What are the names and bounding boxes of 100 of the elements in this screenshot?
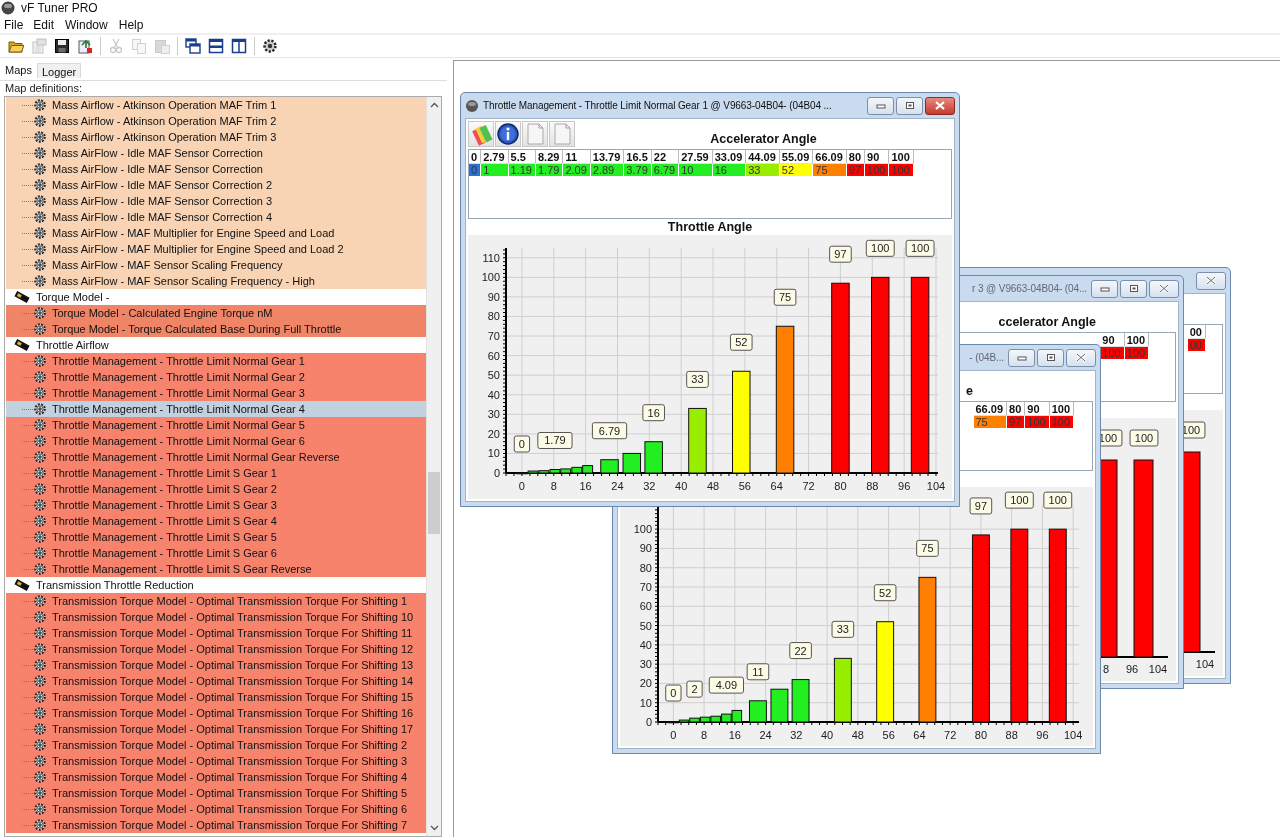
close-button[interactable] <box>925 96 955 115</box>
title-bar[interactable]: Throttle Management - Throttle Limit Normal Gear 1 @ V9663-04B04- (04B04 ... <box>465 93 955 118</box>
chip-icon <box>14 578 30 592</box>
scrollbar-thumb[interactable] <box>428 472 440 534</box>
axis-tick-label: 32 <box>643 480 656 492</box>
tree-item[interactable]: Mass AirFlow - MAF Sensor Scaling Frequency - High <box>6 273 426 289</box>
tree-item[interactable]: Mass AirFlow - Idle MAF Sensor Correction 2 <box>6 177 426 193</box>
cascade-windows-icon[interactable] <box>185 38 201 54</box>
window-title: r 3 @ V9663-04B04- (04... <box>972 283 1087 294</box>
tree-item[interactable]: Mass AirFlow - MAF Sensor Scaling Frequency <box>6 257 426 273</box>
tree-item[interactable]: Transmission Torque Model - Optimal Transmission Torque For Shifting 14 <box>6 673 426 689</box>
minimize-button[interactable] <box>867 96 894 115</box>
tree-item[interactable]: Mass AirFlow - Idle MAF Sensor Correction <box>6 161 426 177</box>
tree-item[interactable]: Transmission Torque Model - Optimal Transmission Torque For Shifting 13 <box>6 657 426 673</box>
axis-tick-label: 40 <box>639 638 652 651</box>
chart-title: Throttle Angle <box>667 220 753 234</box>
maximize-button[interactable] <box>896 96 923 115</box>
gear-icon <box>33 546 47 560</box>
tree-item[interactable]: Throttle Management - Throttle Limit Normal Gear 3 <box>6 385 426 401</box>
column-header: 66.09 <box>812 150 847 164</box>
tree-item[interactable]: Transmission Torque Model - Optimal Transmission Torque For Shifting 16 <box>6 705 426 721</box>
tile-vertical-icon[interactable] <box>231 38 247 54</box>
value-label: 4.09 <box>708 676 744 694</box>
save-icon[interactable] <box>54 38 70 54</box>
color-palette-button[interactable] <box>468 121 494 147</box>
maximize-button[interactable] <box>1037 348 1064 367</box>
gear-icon <box>33 114 47 128</box>
tree-item[interactable]: Throttle Management - Throttle Limit S Gear Reverse <box>6 561 426 577</box>
tile-horizontal-icon[interactable] <box>208 38 224 54</box>
tree-item[interactable]: Throttle Management - Throttle Limit Normal Gear 1 <box>6 353 426 369</box>
axis-tick-label: 96 <box>1125 663 1139 675</box>
tree-item[interactable]: Mass Airflow - Atkinson Operation MAF Trim 3 <box>6 129 426 145</box>
tree-item[interactable]: Mass AirFlow - MAF Multiplier for Engine Speed and Load <box>6 225 426 241</box>
axis-tick-label: 100 <box>481 271 500 284</box>
tree-item[interactable]: Throttle Management - Throttle Limit S Gear 6 <box>6 545 426 561</box>
tree-item[interactable]: Transmission Torque Model - Optimal Transmission Torque For Shifting 6 <box>6 801 426 817</box>
menu-item[interactable]: File <box>4 17 34 32</box>
folder-icon[interactable] <box>8 38 24 54</box>
tree-item[interactable]: Throttle Management - Throttle Limit Normal Gear Reverse <box>6 449 426 465</box>
tree-item[interactable]: Throttle Management - Throttle Limit S Gear 3 <box>6 497 426 513</box>
value-label: 0 <box>665 684 682 702</box>
tree-item[interactable]: Transmission Torque Model - Optimal Transmission Torque For Shifting 4 <box>6 769 426 785</box>
value-label: 75 <box>773 288 797 306</box>
tree-item[interactable]: Mass Airflow - Atkinson Operation MAF Trim 2 <box>6 113 426 129</box>
tree-item[interactable]: Transmission Torque Model - Optimal Transmission Torque For Shifting 3 <box>6 753 426 769</box>
axis-tick-label: 16 <box>579 480 592 492</box>
value-label: 6.79 <box>591 422 628 440</box>
tree-item[interactable]: Transmission Torque Model - Optimal Transmission Torque For Shifting 5 <box>6 785 426 801</box>
menu-item[interactable]: Edit <box>33 17 66 32</box>
menu-item[interactable]: Help <box>118 17 155 32</box>
tree-item[interactable]: Throttle Management - Throttle Limit S Gear 2 <box>6 481 426 497</box>
gear-icon <box>33 594 47 608</box>
column-header: 55.09 <box>779 150 813 164</box>
gear-icon[interactable] <box>262 38 278 54</box>
tree-item[interactable]: Torque Model - Torque Calculated Base During Full Throttle <box>6 321 426 337</box>
info-button[interactable] <box>495 121 521 147</box>
tree-item[interactable]: Transmission Torque Model - Optimal Transmission Torque For Shifting 17 <box>6 721 426 737</box>
tree-item[interactable]: Throttle Management - Throttle Limit S Gear 4 <box>6 513 426 529</box>
tree-item[interactable]: Mass AirFlow - Idle MAF Sensor Correction 3 <box>6 193 426 209</box>
axis-tick-label: 50 <box>487 369 500 382</box>
tree-item[interactable]: Torque Model - Calculated Engine Torque nM <box>6 305 426 321</box>
tab[interactable]: Logger <box>36 63 82 78</box>
column-header: 00 <box>1187 325 1206 339</box>
tree-item[interactable]: Transmission Torque Model - Optimal Transmission Torque For Shifting 12 <box>6 641 426 657</box>
minimize-button[interactable] <box>1008 348 1035 367</box>
tree-item[interactable]: Throttle Management - Throttle Limit Normal Gear 6 <box>6 433 426 449</box>
tree-item[interactable]: Transmission Torque Model - Optimal Transmission Torque For Shifting 11 <box>6 625 426 641</box>
axis-tick-label: 20 <box>639 677 652 690</box>
tree-item[interactable]: Transmission Torque Model - Optimal Transmission Torque For Shifting 10 <box>6 609 426 625</box>
tree-item[interactable]: Throttle Management - Throttle Limit S Gear 1 <box>6 465 426 481</box>
export-icon[interactable] <box>77 38 93 54</box>
tree-item[interactable]: Transmission Torque Model - Optimal Transmission Torque For Shifting 7 <box>6 817 426 833</box>
gear-icon <box>33 162 47 176</box>
scrollbar[interactable] <box>426 97 441 836</box>
minimize-button[interactable] <box>1091 279 1118 298</box>
axis-tick-label: 64 <box>770 480 783 492</box>
chevron-up-icon[interactable] <box>429 102 439 108</box>
tree-item[interactable]: Mass AirFlow - Idle MAF Sensor Correction 4 <box>6 209 426 225</box>
tree-item[interactable]: Transmission Torque Model - Optimal Transmission Torque For Shifting 15 <box>6 689 426 705</box>
tree-item[interactable]: Transmission Torque Model - Optimal Transmission Torque For Shifting 1 <box>6 593 426 609</box>
tree-item[interactable]: Throttle Management - Throttle Limit Normal Gear 4 <box>6 401 426 417</box>
tree-item[interactable]: Throttle Management - Throttle Limit Normal Gear 5 <box>6 417 426 433</box>
value-label: 33 <box>686 370 709 388</box>
tree-item[interactable]: Throttle Management - Throttle Limit S Gear 5 <box>6 529 426 545</box>
tree-item[interactable]: Throttle Management - Throttle Limit Normal Gear 2 <box>6 369 426 385</box>
axis-tick-label: 30 <box>487 408 500 421</box>
tree-item[interactable]: Mass Airflow - Atkinson Operation MAF Trim 1 <box>6 97 426 113</box>
axis-tick-label: 88 <box>866 480 879 492</box>
axis-tick-label: 0 <box>645 716 652 728</box>
tree-item[interactable]: Transmission Torque Model - Optimal Transmission Torque For Shifting 2 <box>6 737 426 753</box>
tree-item[interactable]: Mass AirFlow - MAF Multiplier for Engine Speed and Load 2 <box>6 241 426 257</box>
maximize-button[interactable] <box>1120 279 1147 298</box>
chevron-down-icon[interactable] <box>429 825 439 831</box>
gear-icon <box>33 274 47 288</box>
title-bar[interactable]: - (04B... <box>960 345 1096 370</box>
tree-item[interactable]: Mass AirFlow - Idle MAF Sensor Correction <box>6 145 426 161</box>
value-label: 100 <box>1129 429 1159 447</box>
title-bar[interactable]: r 3 @ V9663-04B04- (04... <box>960 276 1179 301</box>
value-label: 22 <box>789 642 812 660</box>
menu-item[interactable]: Window <box>65 17 119 32</box>
